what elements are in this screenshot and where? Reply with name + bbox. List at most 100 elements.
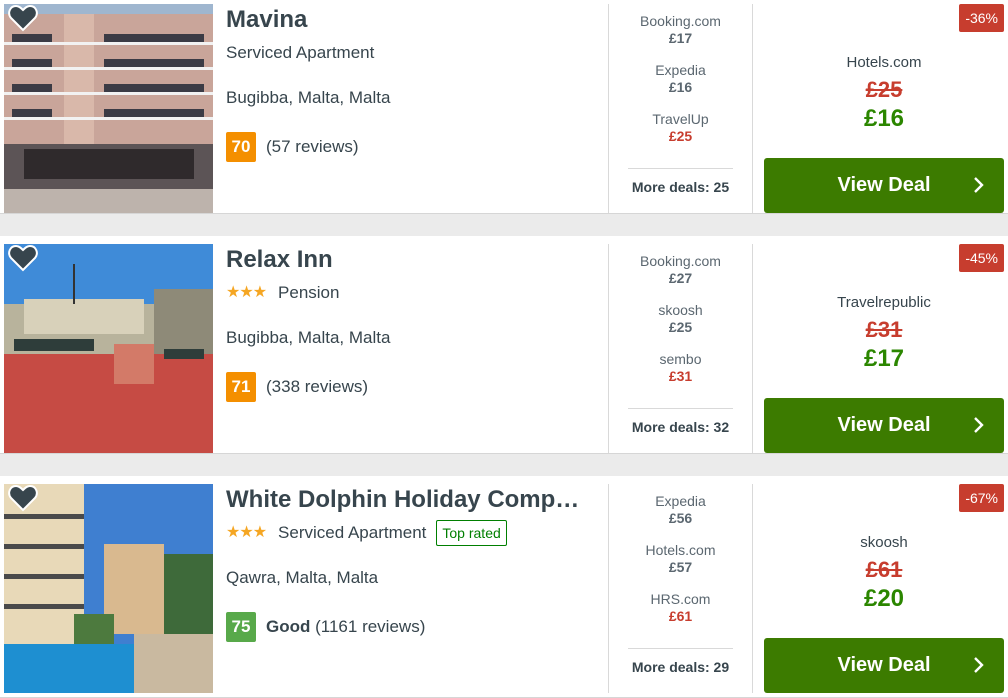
best-deal-panel: -67% skoosh £61 £20 View Deal <box>764 484 1004 693</box>
divider <box>608 484 609 693</box>
view-deal-button[interactable]: View Deal <box>764 638 1004 693</box>
hotel-location[interactable]: Bugibba, Malta, Malta <box>226 327 606 349</box>
deal-price: £56 <box>668 510 693 526</box>
hotel-card: White Dolphin Holiday Comp… ★★★ Serviced… <box>0 476 1008 698</box>
deal-provider: TravelUp <box>652 111 709 127</box>
other-deals-list: Booking.com £27 skoosh £25 sembo £31 <box>628 252 733 399</box>
deal-item[interactable]: skoosh £25 <box>628 301 733 350</box>
view-deal-label: View Deal <box>837 414 931 436</box>
rating-score-badge: 75 <box>226 612 256 642</box>
view-deal-button[interactable]: View Deal <box>764 158 1004 213</box>
deal-item[interactable]: Expedia £16 <box>628 61 733 110</box>
best-deal-panel: -45% Travelrepublic £31 £17 View Deal <box>764 244 1004 453</box>
best-price: £17 <box>863 345 905 372</box>
best-deal-provider: Travelrepublic <box>837 294 931 311</box>
hotel-photo[interactable] <box>4 244 213 453</box>
heart-icon[interactable] <box>8 484 38 512</box>
card-separator <box>0 458 1008 476</box>
best-price: £20 <box>863 585 905 612</box>
hotel-type: Pension <box>278 283 340 302</box>
heart-icon[interactable] <box>8 4 38 32</box>
deal-provider: Hotels.com <box>645 542 716 558</box>
discount-badge: -67% <box>959 484 1004 512</box>
view-deal-label: View Deal <box>837 174 931 196</box>
deal-price: £31 <box>668 368 693 384</box>
chevron-right-icon <box>974 417 984 433</box>
deal-provider: Expedia <box>655 493 706 509</box>
deal-price: £57 <box>668 559 693 575</box>
deal-item[interactable]: Hotels.com £57 <box>628 541 733 590</box>
top-rated-badge: Top rated <box>436 520 507 546</box>
deal-price: £27 <box>668 270 693 286</box>
hotel-info: Relax Inn ★★★ Pension Bugibba, Malta, Ma… <box>226 244 606 402</box>
rating-word: Good <box>266 617 311 636</box>
deal-item[interactable]: Expedia £56 <box>628 492 733 541</box>
deal-price: £25 <box>668 319 693 335</box>
hotel-location[interactable]: Qawra, Malta, Malta <box>226 567 606 589</box>
deal-item[interactable]: TravelUp £25 <box>628 110 733 159</box>
rating-score-badge: 70 <box>226 132 256 162</box>
discount-badge: -45% <box>959 244 1004 272</box>
heart-icon[interactable] <box>8 244 38 272</box>
hotel-type: Serviced Apartment <box>278 523 427 542</box>
discount-badge: -36% <box>959 4 1004 32</box>
old-price: £61 <box>865 557 903 582</box>
hotel-name[interactable]: Mavina <box>226 4 598 36</box>
deal-provider: Booking.com <box>640 253 721 269</box>
divider <box>752 4 753 213</box>
hotel-info: Mavina Serviced Apartment Bugibba, Malta… <box>226 4 606 162</box>
hotel-info: White Dolphin Holiday Comp… ★★★ Serviced… <box>226 484 606 642</box>
best-deal-provider: Hotels.com <box>846 54 922 71</box>
more-deals-link[interactable]: More deals: 29 <box>628 648 733 675</box>
deal-price: £61 <box>668 608 693 624</box>
old-price: £31 <box>865 317 903 342</box>
review-count: (1161 reviews) <box>315 617 426 636</box>
hotel-location[interactable]: Bugibba, Malta, Malta <box>226 87 606 109</box>
hotel-name[interactable]: Relax Inn <box>226 244 598 276</box>
divider <box>752 484 753 693</box>
review-count: (338 reviews) <box>266 377 369 396</box>
deal-provider: sembo <box>659 351 702 367</box>
deal-provider: Booking.com <box>640 13 721 29</box>
star-rating: ★★★ <box>226 284 267 301</box>
hotel-type: Serviced Apartment <box>226 43 375 62</box>
chevron-right-icon <box>974 177 984 193</box>
card-separator <box>0 218 1008 236</box>
hotel-card: Mavina Serviced Apartment Bugibba, Malta… <box>0 0 1008 214</box>
rating-score-badge: 71 <box>226 372 256 402</box>
chevron-right-icon <box>974 657 984 673</box>
best-price: £16 <box>863 105 905 132</box>
more-deals-link[interactable]: More deals: 25 <box>628 168 733 195</box>
star-rating: ★★★ <box>226 524 267 541</box>
hotel-photo[interactable] <box>4 484 213 693</box>
hotel-type-line: Serviced Apartment <box>226 42 606 64</box>
rating-row[interactable]: 71 (338 reviews) <box>226 372 606 402</box>
view-deal-button[interactable]: View Deal <box>764 398 1004 453</box>
rating-row[interactable]: 75 Good (1161 reviews) <box>226 612 606 642</box>
hotel-name[interactable]: White Dolphin Holiday Comp… <box>226 484 598 516</box>
deal-price: £25 <box>668 128 693 144</box>
old-price: £25 <box>865 77 903 102</box>
deal-provider: skoosh <box>658 302 703 318</box>
divider <box>608 4 609 213</box>
best-deal-provider: skoosh <box>860 534 908 551</box>
review-summary: Good (1161 reviews) <box>266 617 425 637</box>
deal-item[interactable]: Booking.com £27 <box>628 252 733 301</box>
best-deal-panel: -36% Hotels.com £25 £16 View Deal <box>764 4 1004 213</box>
deal-item[interactable]: Booking.com £17 <box>628 12 733 61</box>
divider <box>608 244 609 453</box>
deal-provider: HRS.com <box>650 591 711 607</box>
hotel-photo[interactable] <box>4 4 213 213</box>
view-deal-label: View Deal <box>837 654 931 676</box>
hotel-type-line: ★★★ Serviced Apartment Top rated <box>226 520 606 546</box>
deal-provider: Expedia <box>655 62 706 78</box>
other-deals-list: Expedia £56 Hotels.com £57 HRS.com £61 <box>628 492 733 639</box>
more-deals-link[interactable]: More deals: 32 <box>628 408 733 435</box>
deal-price: £16 <box>668 79 693 95</box>
rating-row[interactable]: 70 (57 reviews) <box>226 132 606 162</box>
divider <box>752 244 753 453</box>
deal-item[interactable]: HRS.com £61 <box>628 590 733 639</box>
deal-item[interactable]: sembo £31 <box>628 350 733 399</box>
hotel-card: Relax Inn ★★★ Pension Bugibba, Malta, Ma… <box>0 236 1008 454</box>
hotel-type-line: ★★★ Pension <box>226 282 606 304</box>
